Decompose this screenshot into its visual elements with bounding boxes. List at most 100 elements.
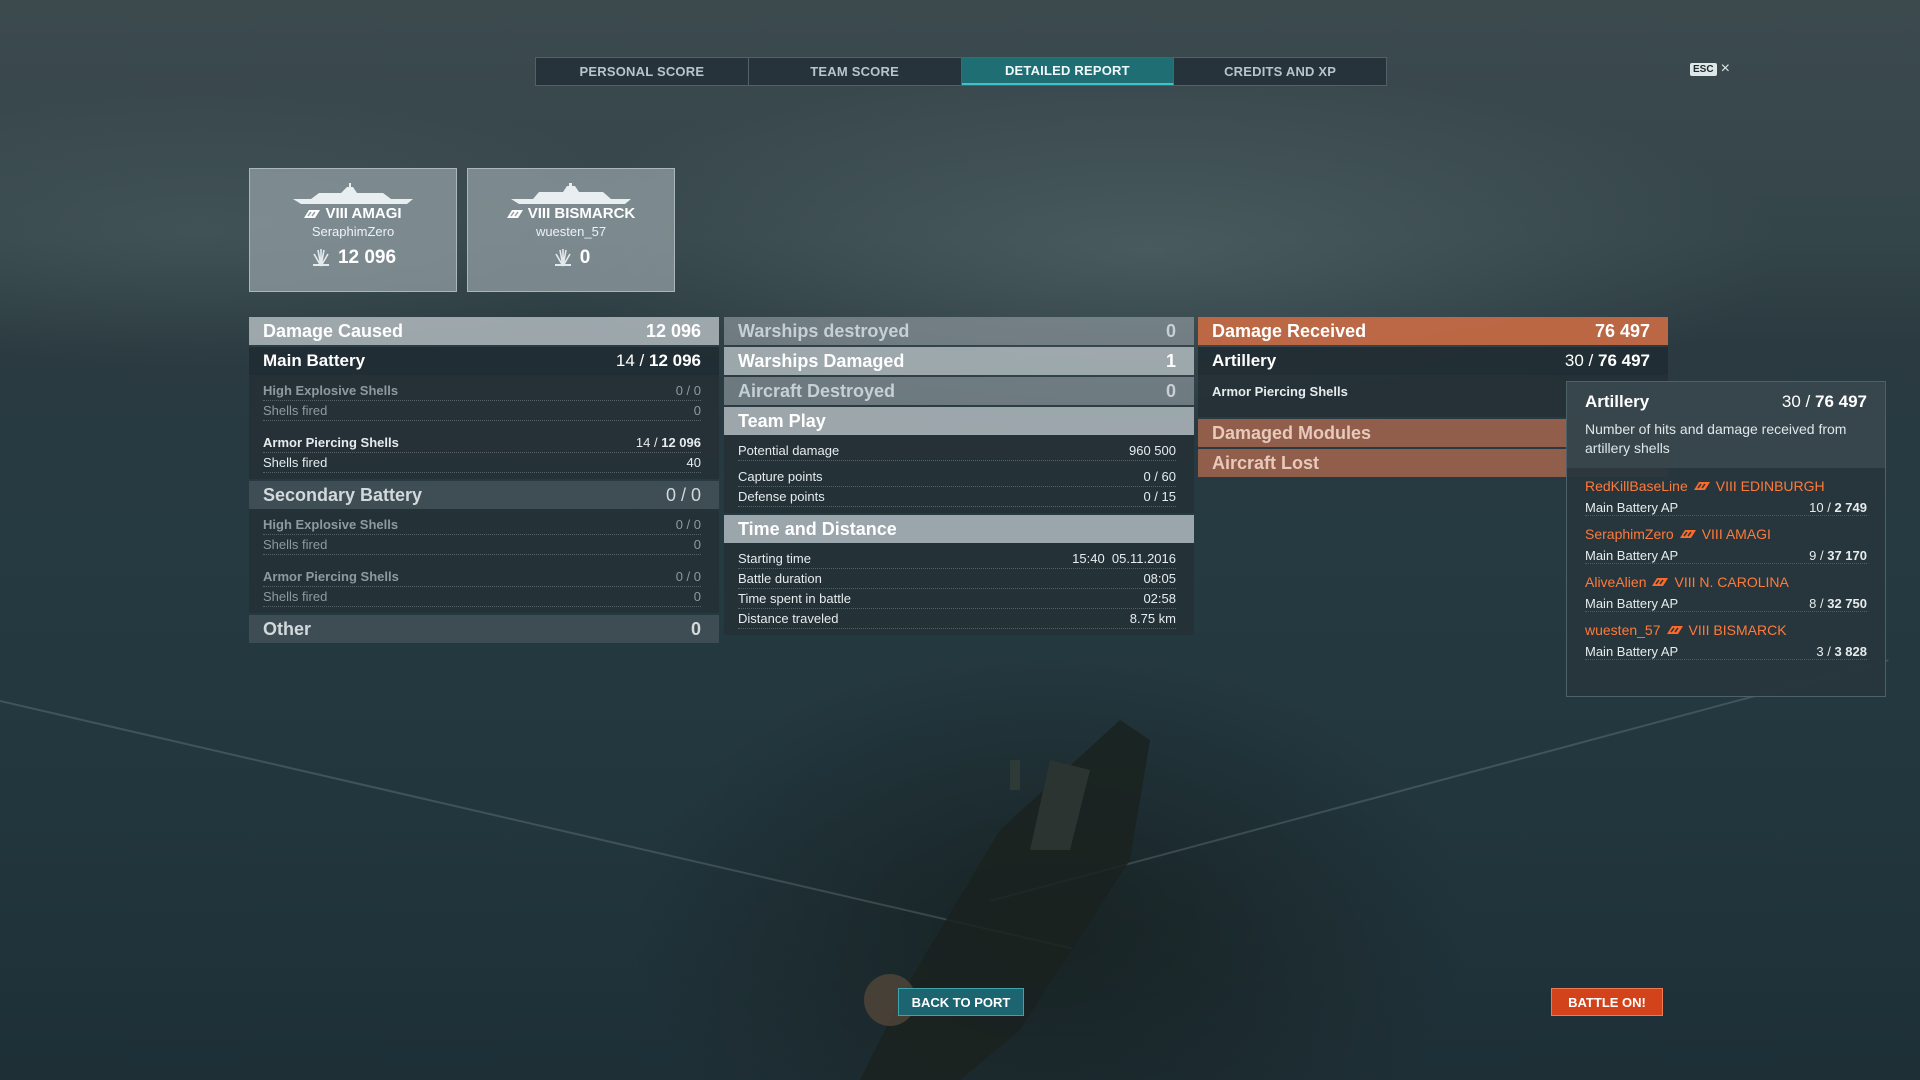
- tooltip-damage: 76 497: [1815, 392, 1867, 411]
- ship-card-bismarck[interactable]: VIII BISMARCK wuesten_57 0: [467, 168, 675, 292]
- main-battery-damage: 12 096: [649, 351, 701, 370]
- damage-caused-header[interactable]: Damage Caused 12 096: [249, 317, 719, 345]
- list-item: wuesten_57 VIII BISMARCK Main Battery AP…: [1585, 622, 1867, 660]
- damage-caused-panel: Damage Caused 12 096 Main Battery 14 / 1…: [249, 317, 719, 643]
- secondary-battery-details: High Explosive Shells 0 / 0 Shells fired 0…: [249, 509, 719, 613]
- main-battery-hits: 14: [615, 351, 635, 370]
- ship-icon: [293, 183, 413, 204]
- ship-name: VIII AMAGI: [325, 205, 402, 222]
- damage-laurel-icon: [554, 249, 571, 267]
- warships-damaged-value: 1: [1165, 350, 1176, 371]
- tooltip-description: Number of hits and damage received from …: [1585, 421, 1847, 456]
- list-item: Shells fired 0: [263, 401, 701, 421]
- warships-damaged-title: Warships Damaged: [738, 350, 905, 371]
- team-play-details: Potential damage 960 500 Capture points 0 …: [724, 435, 1194, 513]
- team-play-title: Team Play: [738, 410, 826, 431]
- ship-class-icon: [1679, 530, 1696, 538]
- time-distance-header[interactable]: Time and Distance: [724, 515, 1194, 543]
- warships-destroyed-header[interactable]: Warships destroyed 0: [724, 317, 1194, 345]
- close-icon: ×: [1720, 60, 1730, 77]
- main-battery-details: High Explosive Shells 0 / 0 Shells fired 0…: [249, 375, 719, 479]
- list-item: Capture points 0 / 60: [738, 467, 1176, 487]
- other-header[interactable]: Other 0: [249, 615, 719, 643]
- list-item: Starting time 15:40 05.11.2016: [738, 549, 1176, 569]
- artillery-title: Artillery: [1212, 351, 1277, 370]
- battleship-class-icon: [304, 209, 321, 218]
- other-value: 0: [690, 618, 701, 639]
- aircraft-destroyed-value: 0: [1165, 380, 1176, 401]
- damage-caused-title: Damage Caused: [263, 320, 404, 341]
- ship-name: VIII BISMARCK: [527, 205, 636, 222]
- list-item: AliveAlien VIII N. CAROLINA Main Battery…: [1585, 574, 1867, 612]
- list-item: Time spent in battle 02:58: [738, 589, 1176, 609]
- ship-class-icon: [1666, 626, 1683, 634]
- list-item: SeraphimZero VIII AMAGI Main Battery AP 9…: [1585, 526, 1867, 564]
- list-item: High Explosive Shells 0 / 0: [263, 381, 701, 401]
- artillery-tooltip: Artillery 30 / 76 497 Number of hits and…: [1566, 381, 1886, 697]
- secondary-battery-title: Secondary Battery: [263, 484, 423, 505]
- secondary-battery-header[interactable]: Secondary Battery 0 / 0: [249, 481, 719, 509]
- ship-class-icon: [1693, 482, 1710, 490]
- list-item: Shells fired 0: [263, 587, 701, 607]
- enemy-player-name: AliveAlien: [1585, 574, 1647, 590]
- time-distance-details: Starting time 15:40 05.11.2016 Battle dur…: [724, 543, 1194, 635]
- warships-damaged-header[interactable]: Warships Damaged 1: [724, 347, 1194, 375]
- ship-background-image: [860, 720, 1150, 1080]
- combat-summary-panel: Warships destroyed 0 Warships Damaged 1 …: [724, 317, 1194, 635]
- ship-card-amagi[interactable]: VIII AMAGI SeraphimZero 12 096: [249, 168, 457, 292]
- list-item: Shells fired 40: [263, 453, 701, 473]
- esc-key-icon: ESC: [1690, 62, 1717, 76]
- list-item: Defense points 0 / 15: [738, 487, 1176, 507]
- damage-caused-value: 12 096: [645, 320, 701, 341]
- other-title: Other: [263, 618, 312, 639]
- tab-detailed-report[interactable]: DETAILED REPORT: [961, 58, 1175, 85]
- enemy-ship-name: VIII AMAGI: [1701, 526, 1771, 542]
- list-item: Potential damage 960 500: [738, 441, 1176, 461]
- battle-on-button[interactable]: BATTLE ON!: [1551, 988, 1663, 1016]
- tooltip-title: Artillery: [1585, 392, 1650, 411]
- player-name: wuesten_57: [535, 224, 607, 239]
- enemy-ship-name: VIII EDINBURGH: [1715, 478, 1825, 494]
- list-item: Armor Piercing Shells 0 / 0: [263, 567, 701, 587]
- tab-credits-and-xp[interactable]: CREDITS AND XP: [1174, 58, 1386, 85]
- main-battery-header[interactable]: Main Battery 14 / 12 096: [249, 347, 719, 375]
- artillery-header[interactable]: Artillery 30 / 76 497: [1198, 347, 1668, 375]
- warships-destroyed-value: 0: [1165, 320, 1176, 341]
- damage-score: 12 096: [337, 247, 397, 268]
- damaged-modules-title: Damaged Modules: [1212, 422, 1372, 443]
- ship-icon: [511, 183, 631, 204]
- back-to-port-button[interactable]: BACK TO PORT: [898, 988, 1024, 1016]
- enemy-player-name: SeraphimZero: [1585, 526, 1674, 542]
- enemy-player-name: RedKillBaseLine: [1585, 478, 1688, 494]
- damage-received-title: Damage Received: [1212, 320, 1367, 341]
- report-tabs: PERSONAL SCORE TEAM SCORE DETAILED REPOR…: [535, 57, 1387, 86]
- ship-class-icon: [1652, 578, 1669, 586]
- artillery-damage: 76 497: [1598, 351, 1650, 370]
- list-item: Battle duration 08:05: [738, 569, 1176, 589]
- team-play-header[interactable]: Team Play: [724, 407, 1194, 435]
- enemy-player-name: wuesten_57: [1585, 622, 1661, 638]
- list-item: RedKillBaseLine VIII EDINBURGH Main Batt…: [1585, 478, 1867, 516]
- warships-destroyed-title: Warships destroyed: [738, 320, 910, 341]
- battleship-class-icon: [506, 209, 523, 218]
- tab-team-score[interactable]: TEAM SCORE: [749, 58, 962, 85]
- aircraft-lost-title: Aircraft Lost: [1212, 452, 1320, 473]
- player-name: SeraphimZero: [311, 224, 395, 239]
- artillery-hits: 30: [1564, 351, 1584, 370]
- enemy-ship-name: VIII BISMARCK: [1688, 622, 1787, 638]
- aircraft-destroyed-title: Aircraft Destroyed: [738, 380, 896, 401]
- damage-received-header[interactable]: Damage Received 76 497: [1198, 317, 1668, 345]
- damage-received-value: 76 497: [1594, 320, 1650, 341]
- enemy-ship-name: VIII N. CAROLINA: [1674, 574, 1789, 590]
- damage-laurel-icon: [312, 249, 329, 267]
- damage-score: 0: [579, 247, 591, 268]
- aircraft-destroyed-header[interactable]: Aircraft Destroyed 0: [724, 377, 1194, 405]
- tooltip-hits: 30: [1781, 392, 1801, 411]
- tab-personal-score[interactable]: PERSONAL SCORE: [536, 58, 749, 85]
- list-item: High Explosive Shells 0 / 0: [263, 515, 701, 535]
- list-item: Shells fired 0: [263, 535, 701, 555]
- secondary-battery-value: 0 / 0: [665, 484, 701, 505]
- list-item: Armor Piercing Shells 14 / 12 096: [263, 433, 701, 453]
- close-button[interactable]: ESC ×: [1690, 60, 1730, 77]
- list-item: Distance traveled 8.75 km: [738, 609, 1176, 629]
